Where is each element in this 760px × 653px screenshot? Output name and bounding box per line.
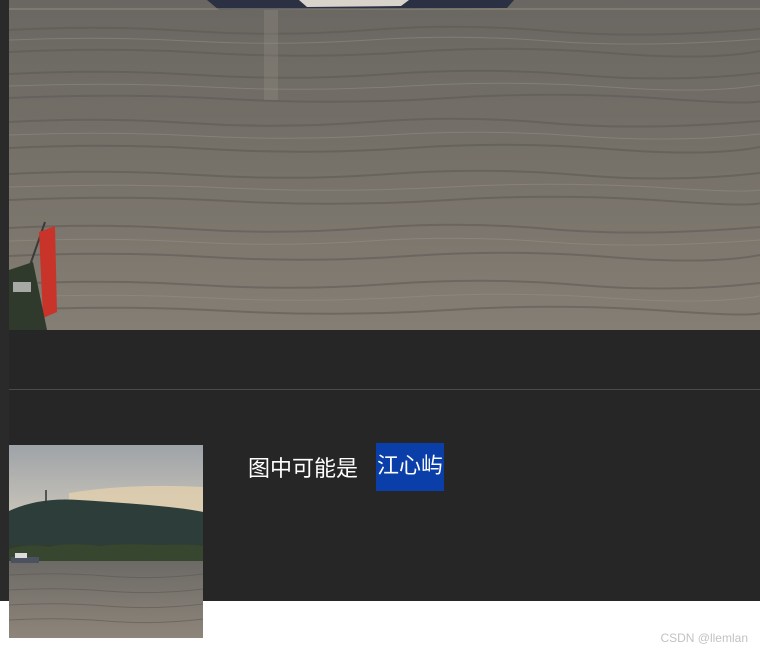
watermark: CSDN @llemlan xyxy=(660,631,748,645)
left-edge-strip xyxy=(0,0,9,601)
thumbnail-image[interactable] xyxy=(9,445,203,638)
caption-prefix: 图中可能是 xyxy=(248,457,359,482)
location-tag[interactable]: 江心屿 xyxy=(376,443,445,491)
divider xyxy=(9,389,760,390)
recognition-caption: 图中可能是 江心屿 xyxy=(248,443,445,491)
top-river-photo xyxy=(9,0,760,330)
